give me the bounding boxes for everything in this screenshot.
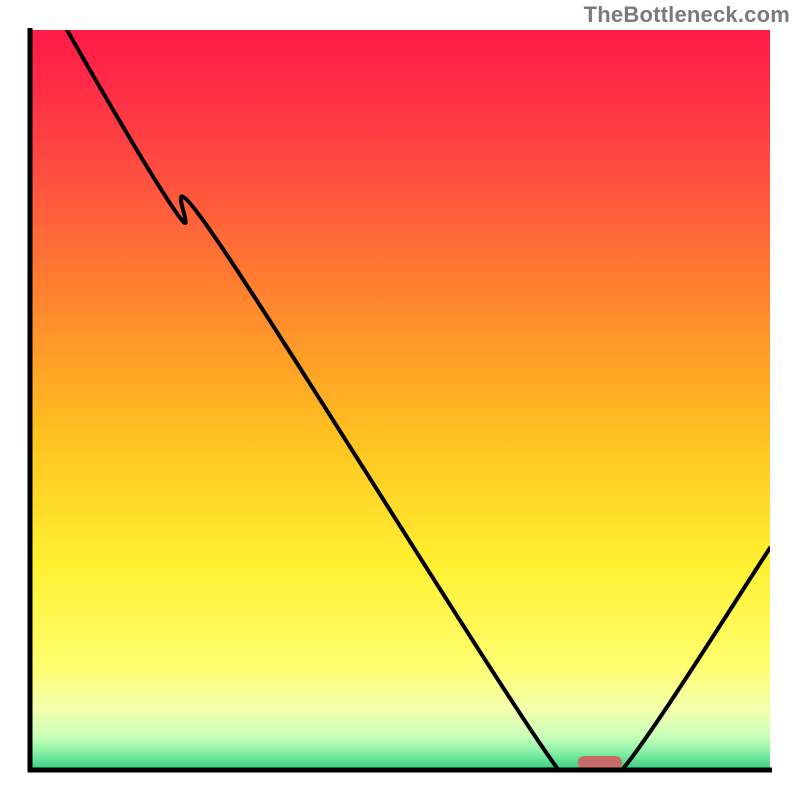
watermark-text: TheBottleneck.com	[584, 2, 790, 28]
axes-layer	[0, 0, 800, 800]
chart-wrapper: { "watermark": "TheBottleneck.com", "cha…	[0, 0, 800, 800]
